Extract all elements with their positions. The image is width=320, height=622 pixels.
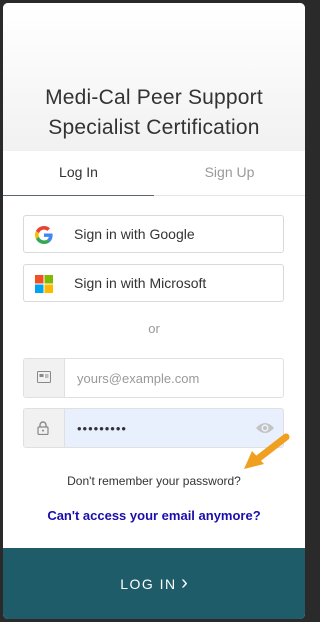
arrow-annotation-icon <box>244 433 290 469</box>
tab-login[interactable]: Log In <box>3 157 154 196</box>
tab-bar: Log In Sign Up <box>3 157 305 196</box>
email-addon <box>24 359 65 397</box>
envelope-icon <box>37 371 51 383</box>
google-button-label: Sign in with Google <box>74 226 195 242</box>
cant-access-email-link[interactable]: Can't access your email anymore? <box>3 508 305 523</box>
google-signin-button[interactable]: Sign in with Google <box>23 215 284 253</box>
tab-signup[interactable]: Sign Up <box>154 157 305 196</box>
page-title: Medi-Cal Peer Support Specialist Certifi… <box>3 83 305 143</box>
chevron-right-icon: › <box>181 572 188 594</box>
lock-icon <box>37 421 49 435</box>
login-submit-label: LOG IN <box>120 576 177 592</box>
forgot-password-link[interactable]: Don't remember your password? <box>3 474 305 488</box>
header: Medi-Cal Peer Support Specialist Certifi… <box>3 3 305 151</box>
google-logo-icon <box>35 226 53 244</box>
login-submit-button[interactable]: LOG IN › <box>3 548 305 619</box>
microsoft-signin-button[interactable]: Sign in with Microsoft <box>23 264 284 302</box>
email-input[interactable] <box>65 359 283 397</box>
email-field <box>23 358 284 398</box>
title-line-1: Medi-Cal Peer Support <box>45 86 263 109</box>
password-addon <box>24 409 65 447</box>
login-card: Medi-Cal Peer Support Specialist Certifi… <box>3 3 305 619</box>
title-line-2: Specialist Certification <box>48 116 260 139</box>
microsoft-logo-icon <box>35 275 53 293</box>
or-separator: or <box>148 321 160 336</box>
microsoft-button-label: Sign in with Microsoft <box>74 275 207 291</box>
